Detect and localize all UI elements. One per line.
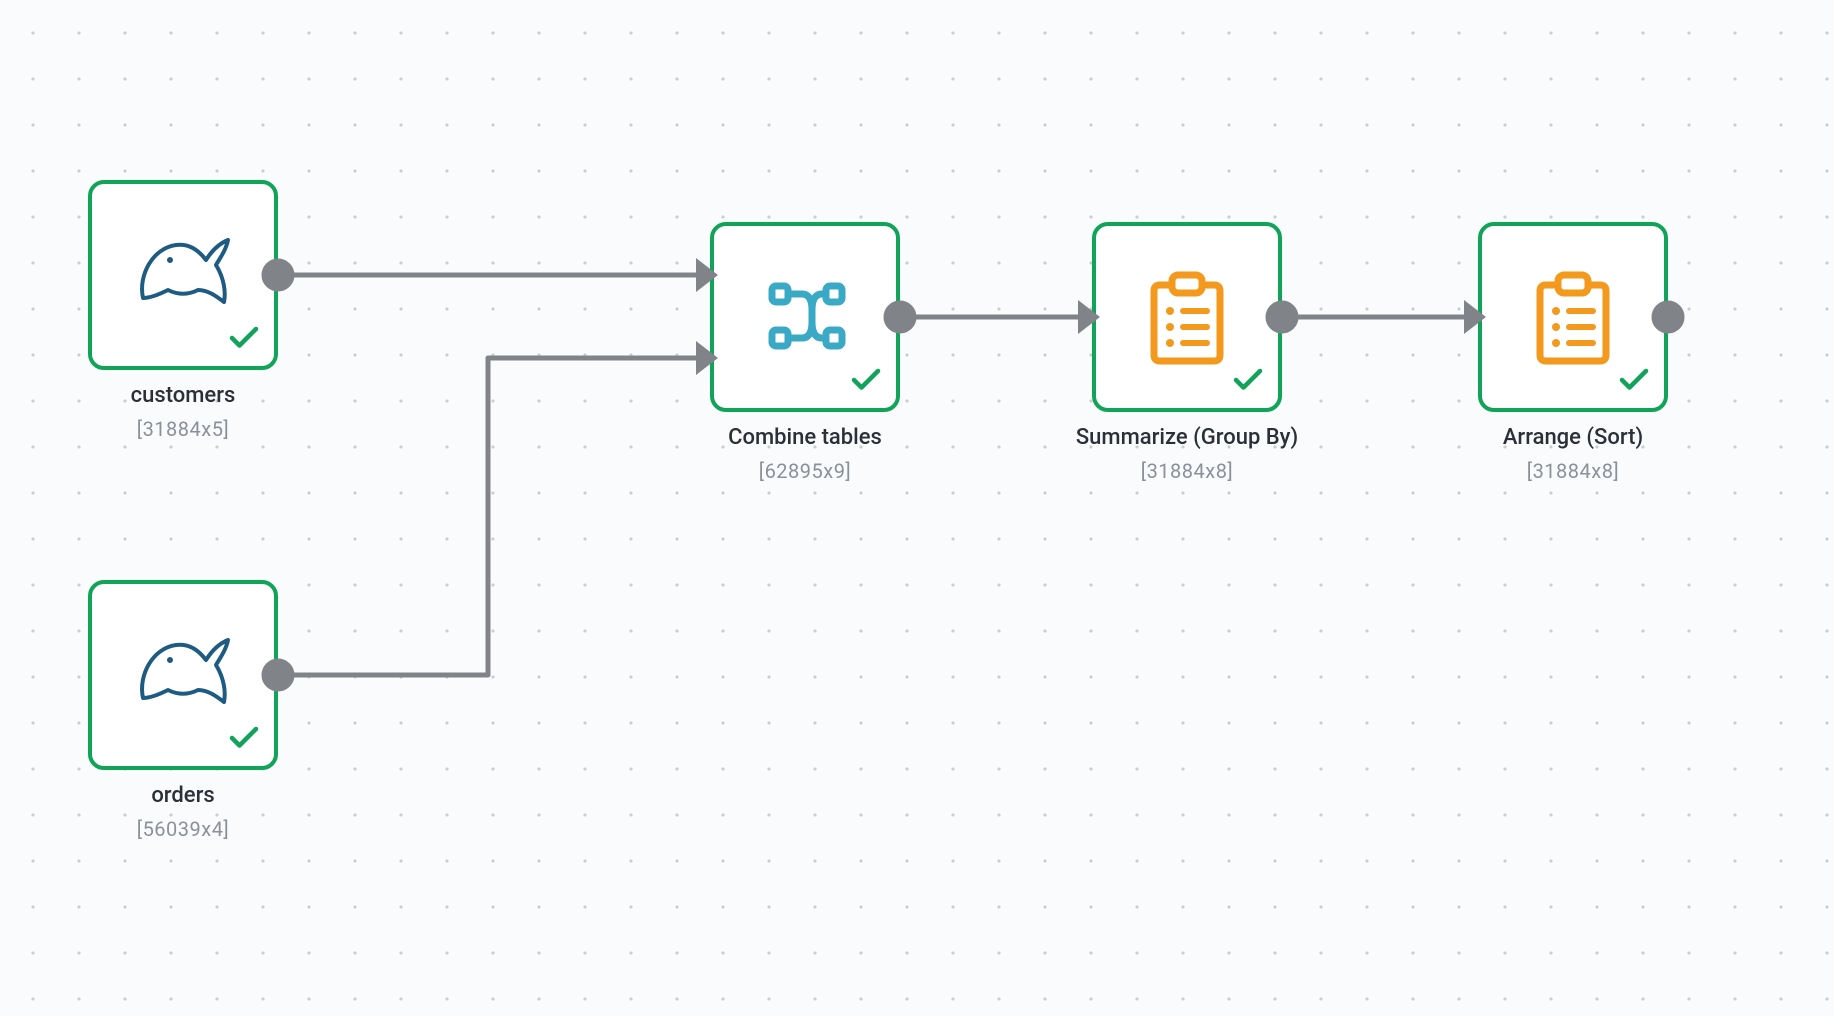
node-summarize-group-by[interactable]: Summarize (Group By) [31884x8] bbox=[1092, 222, 1282, 412]
node-dimensions: [62895x9] bbox=[680, 459, 930, 483]
node-label: Summarize (Group By) bbox=[1062, 424, 1312, 453]
node-label: Combine tables bbox=[680, 424, 930, 453]
node-orders[interactable]: orders [56039x4] bbox=[88, 580, 278, 770]
node-label: orders bbox=[58, 782, 308, 811]
node-label: customers bbox=[58, 382, 308, 411]
node-label: Arrange (Sort) bbox=[1448, 424, 1698, 453]
workflow-canvas[interactable]: customers [31884x5] orders [56039x4] bbox=[0, 0, 1834, 1016]
check-icon bbox=[1228, 360, 1268, 400]
edges-layer bbox=[0, 0, 1834, 1016]
check-icon bbox=[846, 360, 886, 400]
check-icon bbox=[224, 718, 264, 758]
ports-layer bbox=[0, 0, 1834, 1016]
node-dimensions: [31884x8] bbox=[1062, 459, 1312, 483]
node-dimensions: [31884x5] bbox=[58, 417, 308, 441]
edge-orders-to-combine bbox=[278, 358, 710, 675]
check-icon bbox=[224, 318, 264, 358]
node-combine-tables[interactable]: Combine tables [62895x9] bbox=[710, 222, 900, 412]
node-customers[interactable]: customers [31884x5] bbox=[88, 180, 278, 370]
node-dimensions: [31884x8] bbox=[1448, 459, 1698, 483]
check-icon bbox=[1614, 360, 1654, 400]
node-arrange-sort[interactable]: Arrange (Sort) [31884x8] bbox=[1478, 222, 1668, 412]
node-dimensions: [56039x4] bbox=[58, 817, 308, 841]
